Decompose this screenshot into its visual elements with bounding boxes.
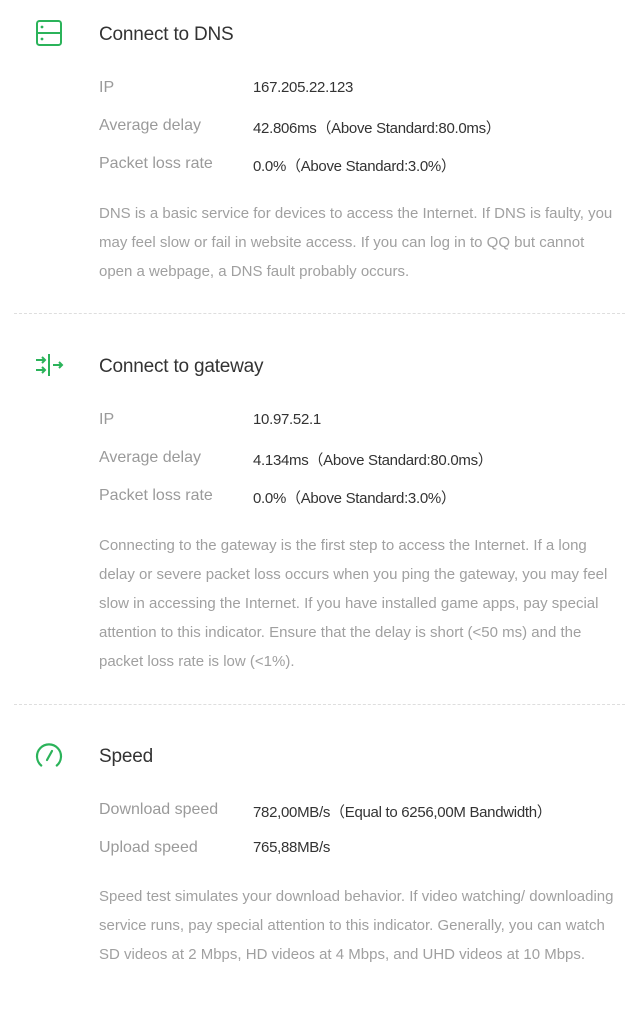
- upload-speed-label: Upload speed: [99, 839, 198, 856]
- gateway-loss-value: 0.0%（Above Standard:3.0%）: [253, 490, 456, 507]
- speed-title: Speed: [99, 746, 153, 767]
- download-speed-label: Download speed: [99, 801, 219, 818]
- section-divider: [14, 313, 625, 314]
- gateway-ip-label: IP: [99, 411, 115, 428]
- dns-title: Connect to DNS: [99, 24, 234, 45]
- gateway-loss-label: Packet loss rate: [99, 487, 213, 504]
- server-icon: [33, 17, 65, 49]
- download-speed-value: 782,00MB/s（Equal to 6256,00M Bandwidth）: [253, 804, 552, 821]
- dns-loss-value: 0.0%（Above Standard:3.0%）: [253, 158, 456, 175]
- dns-delay-value: 42.806ms（Above Standard:80.0ms）: [253, 120, 501, 137]
- gateway-title: Connect to gateway: [99, 356, 264, 377]
- upload-speed-value: 765,88MB/s: [253, 839, 331, 856]
- dns-loss-label: Packet loss rate: [99, 155, 213, 172]
- dns-ip-value: 167.205.22.123: [253, 79, 354, 96]
- speedometer-icon: [33, 739, 65, 771]
- gateway-ip-value: 10.97.52.1: [253, 411, 321, 428]
- dns-delay-label: Average delay: [99, 117, 201, 134]
- network-diagnosis-page: Connect to DNS IP 167.205.22.123 Average…: [0, 0, 639, 1024]
- speed-description: Speed test simulates your download behav…: [99, 888, 614, 963]
- gateway-description: Connecting to the gateway is the first s…: [99, 537, 608, 670]
- gateway-delay-value: 4.134ms（Above Standard:80.0ms）: [253, 452, 493, 469]
- section-divider: [14, 704, 625, 705]
- gateway-delay-label: Average delay: [99, 449, 201, 466]
- dns-description: DNS is a basic service for devices to ac…: [99, 205, 613, 280]
- dns-ip-label: IP: [99, 79, 115, 96]
- gateway-arrows-icon: [33, 349, 65, 381]
